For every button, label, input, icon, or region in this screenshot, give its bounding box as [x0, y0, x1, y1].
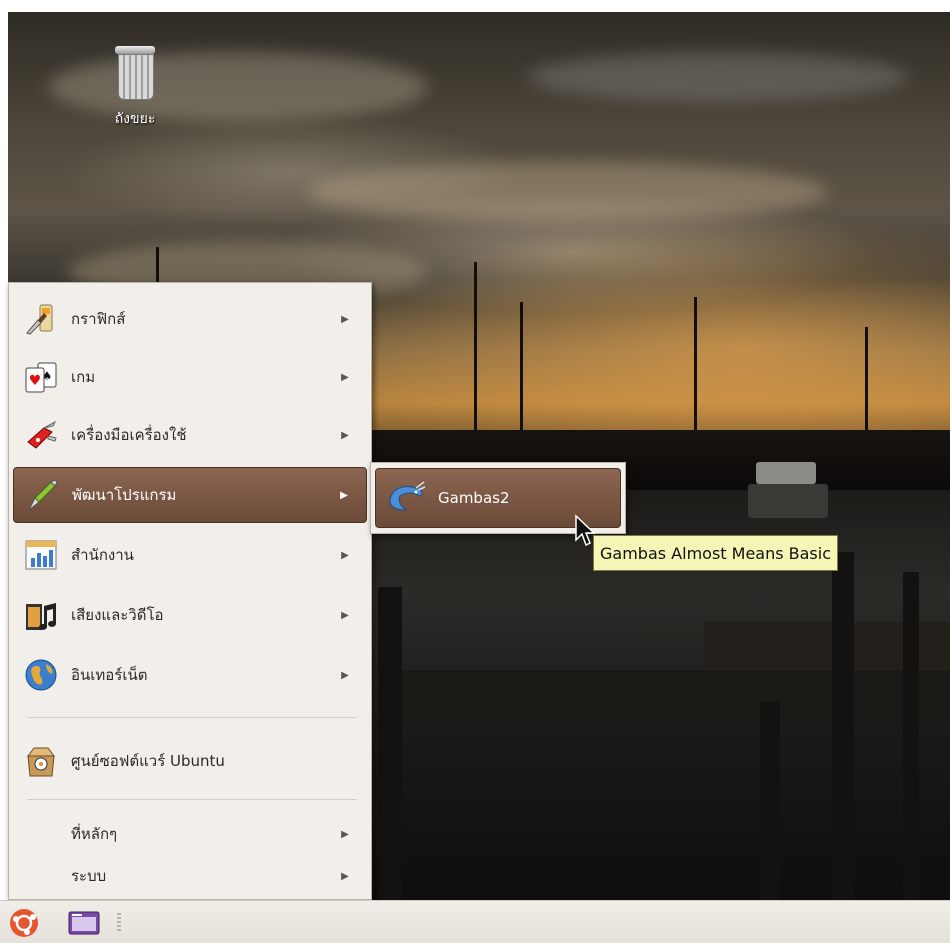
menu-item-places[interactable]: ที่หลักๆ ▶	[13, 815, 367, 853]
menu-separator	[27, 799, 357, 800]
menu-item-label: สำนักงาน	[71, 546, 134, 564]
sound-video-icon	[23, 597, 59, 633]
office-icon	[23, 537, 59, 573]
menu-item-label: พัฒนาโปรแกรม	[72, 486, 177, 504]
cloud	[308, 162, 828, 222]
internet-icon	[23, 657, 59, 693]
submenu-arrow-icon: ▶	[341, 429, 349, 441]
tooltip: Gambas Almost Means Basic	[593, 535, 839, 571]
menu-item-sound-video[interactable]: เสียงและวิดีโอ ▶	[13, 587, 367, 643]
menu-item-label: ที่หลักๆ	[71, 825, 118, 843]
menu-item-software-center[interactable]: ศูนย์ซอฟต์แวร์ Ubuntu	[13, 733, 367, 789]
submenu-arrow-icon: ▶	[341, 828, 349, 840]
submenu-arrow-icon: ▶	[340, 489, 348, 501]
bottom-panel	[0, 900, 950, 943]
menu-separator	[27, 717, 357, 718]
main-menu-button[interactable]	[6, 905, 42, 941]
menu-item-label: ระบบ	[71, 867, 107, 885]
boat	[756, 462, 816, 484]
sailboat-mast	[474, 262, 477, 452]
programming-icon	[24, 477, 60, 513]
boat-hull	[748, 484, 828, 518]
software-center-icon	[23, 743, 59, 779]
pier	[392, 670, 950, 724]
accessories-icon	[23, 417, 59, 453]
svg-text:♥: ♥	[29, 373, 42, 389]
games-icon: ♠ ♥	[23, 359, 59, 395]
menu-item-label: ศูนย์ซอฟต์แวร์ Ubuntu	[71, 752, 225, 770]
cloud	[528, 52, 908, 102]
trash-label: ถังขยะ	[114, 111, 156, 127]
gambas-shrimp-icon	[386, 478, 426, 518]
menu-item-label: Gambas2	[438, 489, 510, 507]
submenu-arrow-icon: ▶	[341, 549, 349, 561]
menu-item-office[interactable]: สำนักงาน ▶	[13, 527, 367, 583]
submenu-arrow-icon: ▶	[341, 870, 349, 882]
pier-post	[832, 552, 854, 900]
menu-item-label: กราฟิกส์	[71, 310, 126, 328]
submenu-arrow-icon: ▶	[341, 609, 349, 621]
trash-desktop-icon[interactable]: ถังขยะ	[90, 46, 180, 130]
submenu-arrow-icon: ▶	[341, 669, 349, 681]
menu-item-programming[interactable]: พัฒนาโปรแกรม ▶	[13, 467, 367, 523]
graphics-icon	[23, 301, 59, 337]
menu-item-system[interactable]: ระบบ ▶	[13, 857, 367, 895]
ubuntu-logo-icon	[10, 909, 38, 937]
menu-item-graphics[interactable]: กราฟิกส์ ▶	[13, 291, 367, 347]
panel-drag-handle[interactable]	[117, 913, 121, 931]
trash-icon	[115, 46, 155, 100]
pier-post	[378, 587, 402, 900]
menu-item-games[interactable]: ♠ ♥ เกม ▶	[13, 349, 367, 405]
window-launcher-icon	[68, 911, 100, 935]
menu-item-label: เครื่องมือเครื่องใช้	[71, 426, 187, 444]
menu-item-label: เสียงและวิดีโอ	[71, 606, 164, 624]
menu-item-internet[interactable]: อินเทอร์เน็ต ▶	[13, 647, 367, 703]
pier-post	[903, 572, 919, 900]
menu-item-label: อินเทอร์เน็ต	[71, 666, 148, 684]
window-launcher-button[interactable]	[66, 909, 102, 937]
menu-item-accessories[interactable]: เครื่องมือเครื่องใช้ ▶	[13, 407, 367, 463]
menu-item-label: เกม	[71, 368, 96, 386]
sailboat-mast	[156, 247, 159, 287]
pier-post	[760, 702, 780, 900]
submenu-arrow-icon: ▶	[341, 313, 349, 325]
submenu-arrow-icon: ▶	[341, 371, 349, 383]
applications-menu: กราฟิกส์ ▶ ♠ ♥ เกม ▶ เครื่องมือเครื่องใช้…	[8, 282, 372, 900]
